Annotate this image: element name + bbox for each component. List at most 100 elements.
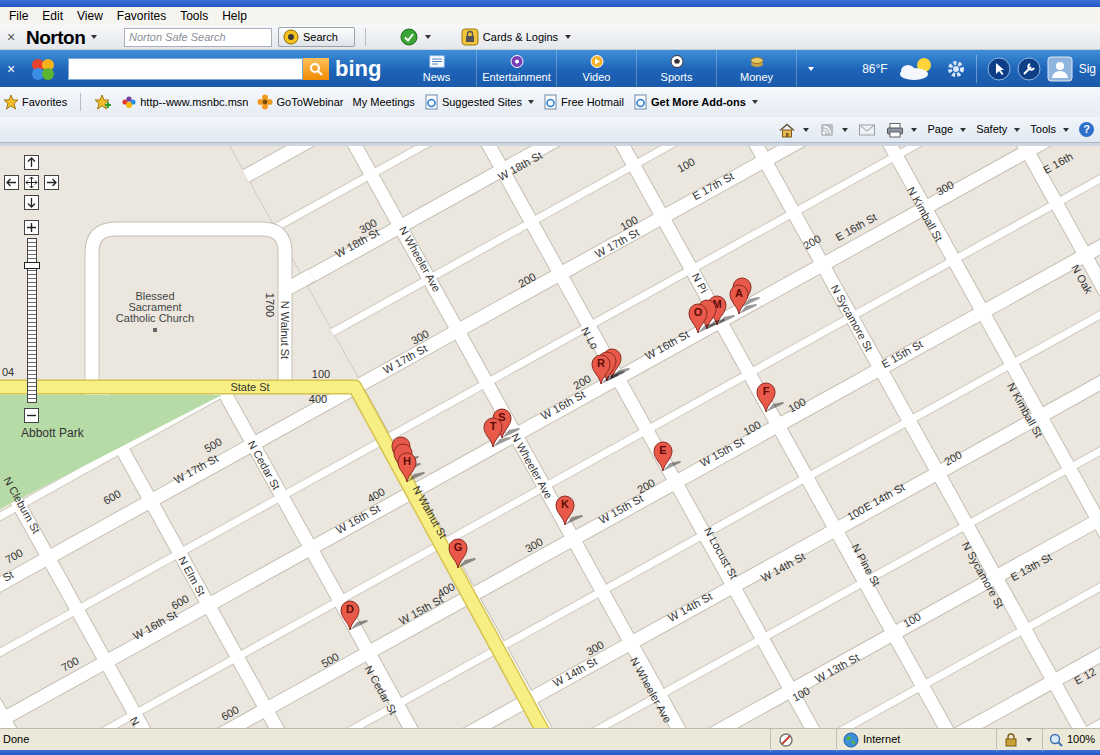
dropdown-arrow-icon[interactable] — [528, 100, 534, 104]
bing-search-field[interactable] — [68, 58, 303, 80]
favorite-link[interactable]: GoToWebinar — [257, 94, 343, 111]
sign-in-link[interactable]: Sig — [1079, 60, 1096, 78]
menu-item[interactable]: Edit — [35, 7, 70, 25]
map-pin[interactable]: D — [340, 600, 378, 632]
map-pin[interactable]: R — [591, 354, 629, 386]
menu-item[interactable]: Favorites — [110, 7, 173, 25]
bing-nav-button[interactable]: Entertainment — [477, 50, 557, 87]
dropdown-arrow-icon[interactable] — [911, 128, 917, 132]
zoom-level: 100% — [1067, 731, 1095, 748]
dropdown-arrow-icon[interactable] — [1026, 738, 1032, 742]
favorite-link[interactable]: Suggested Sites — [424, 94, 534, 111]
close-toolbar-button[interactable]: × — [4, 30, 18, 44]
command-menu[interactable]: Tools — [1030, 121, 1069, 138]
map-pin[interactable]: H — [397, 452, 435, 484]
menu-item[interactable]: File — [2, 7, 35, 25]
pin-label: E — [653, 444, 673, 457]
command-menu[interactable]: Safety — [976, 121, 1020, 138]
print-button[interactable] — [886, 122, 917, 138]
command-menu[interactable]: Page — [927, 121, 966, 138]
zone-cell[interactable]: Internet — [836, 729, 996, 751]
more-buttons-menu[interactable] — [797, 50, 821, 87]
street-label: 500 — [202, 435, 224, 454]
bing-nav-button[interactable]: Video — [557, 50, 637, 87]
temperature[interactable]: 86°F — [862, 60, 887, 78]
map-pin[interactable]: F — [756, 382, 794, 414]
church-label[interactable]: Blessed Sacrament Catholic Church — [110, 291, 200, 324]
zoom-slider[interactable] — [27, 238, 37, 403]
pan-center-button[interactable] — [24, 175, 39, 190]
dropdown-arrow-icon[interactable] — [960, 128, 966, 132]
privacy-icon — [777, 732, 795, 748]
favorite-link[interactable]: My Meetings — [353, 94, 415, 111]
favorites-button[interactable]: Favorites — [3, 94, 67, 111]
safe-web-menu[interactable] — [400, 28, 431, 46]
menu-item[interactable]: Tools — [173, 7, 215, 25]
map-pin[interactable]: T — [483, 417, 521, 449]
map-pin[interactable]: G — [448, 538, 486, 570]
pin-label: F — [756, 385, 776, 398]
pan-down-button[interactable] — [24, 195, 39, 210]
bing-search-button[interactable] — [303, 58, 329, 80]
dropdown-arrow-icon[interactable] — [565, 35, 571, 39]
protected-mode-cell[interactable] — [996, 729, 1042, 751]
dropdown-arrow-icon[interactable] — [1063, 128, 1069, 132]
pan-left-button[interactable] — [4, 175, 19, 190]
menu-item[interactable]: Help — [215, 7, 254, 25]
dropdown-arrow-icon[interactable] — [425, 35, 431, 39]
dropdown-arrow-icon[interactable] — [803, 128, 809, 132]
feeds-button[interactable] — [819, 122, 848, 138]
dropdown-arrow-icon[interactable] — [808, 67, 814, 71]
street-label: N Walnut St — [411, 484, 450, 541]
zoom-slider-thumb[interactable] — [24, 262, 40, 269]
window-frame — [0, 0, 1100, 7]
close-bing-bar-button[interactable]: × — [4, 62, 18, 76]
dropdown-arrow-icon[interactable] — [752, 100, 758, 104]
map-pin[interactable]: A — [729, 284, 767, 316]
help-button[interactable]: ? — [1079, 122, 1094, 137]
favorite-label: GoToWebinar — [276, 94, 343, 111]
park-label[interactable]: Abbott Park — [21, 426, 84, 440]
map-pin[interactable]: K — [555, 495, 593, 527]
favorite-label: http--www.msnbc.msn — [140, 94, 248, 111]
zoom-cell[interactable]: 100% — [1042, 729, 1100, 751]
cards-logins-menu[interactable]: Cards & Logins — [461, 28, 571, 46]
zoom-in-button[interactable] — [24, 220, 39, 235]
favorite-label: Suggested Sites — [442, 94, 522, 111]
street-label: 04 — [2, 366, 14, 378]
arrow-right-icon — [45, 176, 58, 189]
search-field[interactable] — [124, 28, 272, 47]
street-label: 600 — [219, 703, 241, 722]
map-pin[interactable]: E — [653, 441, 691, 473]
norton-menu[interactable]: Norton — [26, 28, 118, 47]
favorite-link[interactable]: Free Hotmail — [543, 94, 624, 111]
menu-item[interactable]: View — [70, 7, 110, 25]
tools-icon — [1017, 57, 1041, 81]
arrow-down-icon — [25, 196, 38, 209]
street-label: 100 — [786, 395, 808, 414]
street-label: W 18th St — [333, 226, 381, 260]
minus-icon — [25, 409, 38, 422]
privacy-cell[interactable] — [770, 729, 836, 751]
news-icon — [428, 54, 446, 69]
pin-icon — [688, 303, 726, 335]
map-pin[interactable]: O — [688, 303, 726, 335]
bing-logo[interactable]: bing — [329, 58, 397, 80]
map[interactable]: W 18th StW 18th St300W 17th St100E 17th … — [0, 143, 1100, 728]
favorite-link[interactable]: http--www.msnbc.msn — [121, 94, 248, 111]
dropdown-arrow-icon[interactable] — [842, 128, 848, 132]
dropdown-arrow-icon[interactable] — [91, 35, 97, 39]
favorite-link[interactable]: Get More Add-ons — [633, 94, 758, 111]
bing-nav-button[interactable]: News — [397, 50, 477, 87]
street-label: 300 — [409, 327, 431, 346]
street-label: 700 — [59, 654, 81, 673]
feed-icon — [819, 122, 835, 138]
pan-up-button[interactable] — [24, 155, 39, 170]
zoom-out-button[interactable] — [24, 408, 39, 423]
pan-right-button[interactable] — [44, 175, 59, 190]
bing-nav-button[interactable]: Sports — [637, 50, 717, 87]
bing-nav-button[interactable]: Money — [717, 50, 797, 87]
home-button[interactable] — [778, 122, 809, 138]
dropdown-arrow-icon[interactable] — [1014, 128, 1020, 132]
search-button[interactable]: Search — [278, 27, 355, 48]
